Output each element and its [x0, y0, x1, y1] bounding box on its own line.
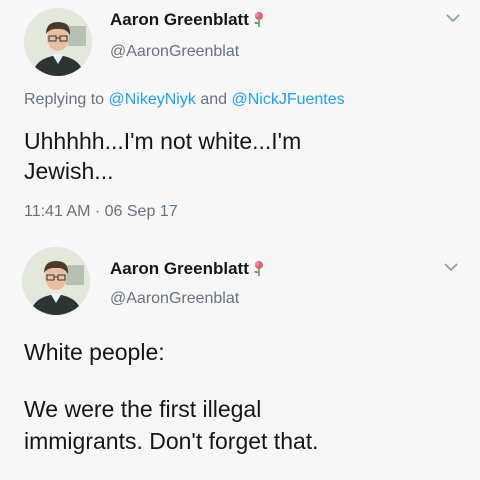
replying-prefix: Replying to: [24, 91, 105, 108]
chevron-down-icon[interactable]: [444, 262, 458, 272]
tweet-text-line: Uhhhhh...I'm not white...I'm: [24, 128, 302, 154]
timestamp[interactable]: 11:41 AM · 06 Sep 17: [24, 203, 178, 221]
replying-and: and: [200, 91, 228, 108]
author-name[interactable]: Aaron Greenblatt: [110, 10, 267, 30]
author-name[interactable]: Aaron Greenblatt: [110, 259, 267, 279]
tweet-text-line: Jewish...: [24, 158, 114, 184]
chevron-down-icon[interactable]: [446, 13, 460, 23]
author-name-text: Aaron Greenblatt: [110, 259, 249, 278]
tweet-text-intro: White people:: [24, 339, 165, 365]
mention-link[interactable]: @NickJFuentes: [231, 91, 344, 108]
author-handle[interactable]: @AaronGreenblat: [110, 43, 239, 61]
tweet: Aaron Greenblatt @AaronGreenblat Replyin…: [0, 0, 480, 240]
author-handle[interactable]: @AaronGreenblat: [110, 290, 239, 308]
tweet: Aaron Greenblatt @AaronGreenblat White p…: [0, 240, 480, 480]
author-name-text: Aaron Greenblatt: [110, 10, 249, 29]
tweet-text: Uhhhhh...I'm not white...I'm Jewish...: [24, 126, 444, 186]
avatar[interactable]: [22, 247, 90, 315]
avatar[interactable]: [24, 8, 92, 76]
rose-icon: [253, 261, 263, 276]
replying-to: Replying to @NikeyNiyk and @NickJFuentes: [24, 91, 345, 109]
mention-link[interactable]: @NikeyNiyk: [109, 91, 196, 108]
tweet-text-line: We were the first illegal: [24, 396, 262, 422]
rose-icon: [253, 12, 263, 27]
tweet-text-line: immigrants. Don't forget that.: [24, 428, 319, 454]
tweet-text: We were the first illegal immigrants. Do…: [24, 393, 464, 457]
